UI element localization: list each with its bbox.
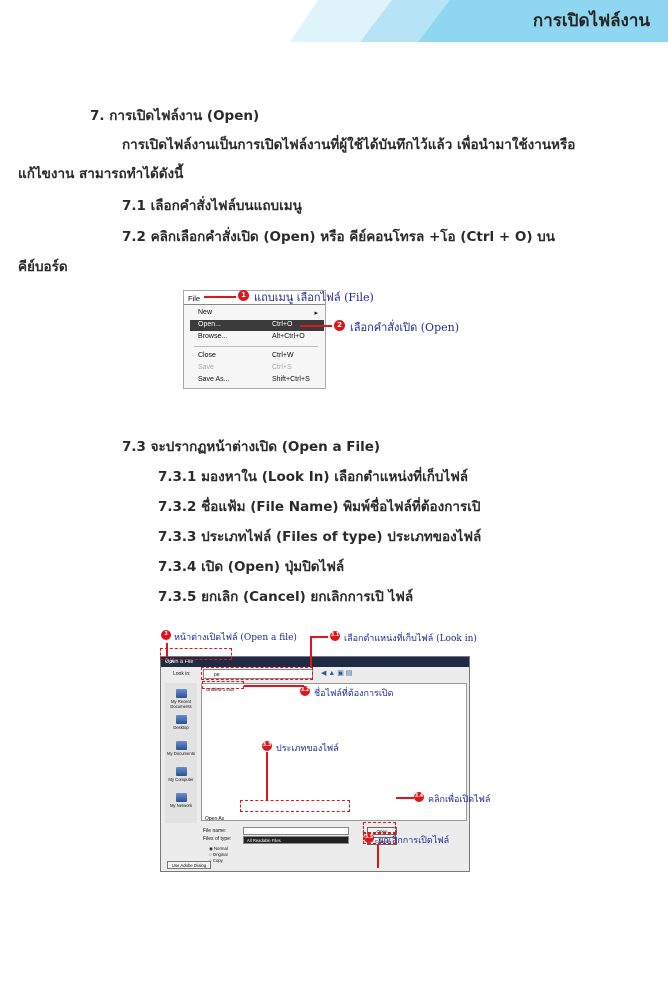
submenu-arrow-icon: ▸ [314, 310, 318, 317]
annotation-arrow-filetype [266, 752, 268, 800]
step-7-1: 7.1 เลือกคำสั่งไฟล์บนแถบเมนู [122, 198, 302, 214]
place-network[interactable]: My Network [165, 793, 197, 808]
intro-line-2: แก้ไขงาน สามารถทำได้ดังนี้ [18, 166, 184, 182]
computer-icon [175, 767, 187, 776]
open-as-original[interactable]: ○ Original [209, 852, 228, 857]
step-7-3-3: 7.3.3 ประเภทไฟล์ (Files of type) ประเภทข… [158, 529, 482, 545]
badge-lookin: 3.1 [330, 631, 340, 641]
annotation-file-menu: แถบเมนู เลือกไฟล์ (File) [254, 291, 374, 304]
network-icon [175, 793, 187, 802]
annotation-window: หน้าต่างเปิดไฟล์ (Open a file) [174, 633, 297, 643]
badge-2: 2 [334, 320, 345, 331]
header-title: การเปิดไฟล์งาน [532, 11, 650, 31]
menu-item-save: Save Ctrl+S [198, 364, 292, 371]
badge-open: 3.4 [414, 792, 424, 802]
highlight-open [363, 822, 396, 833]
menubar-file[interactable]: File [188, 294, 200, 303]
annotation-arrow-lookin-h [310, 636, 328, 638]
step-7-3: 7.3 จะปรากฏหน้าต่างเปิด (Open a File) [122, 439, 381, 455]
annotation-open-command: เลือกคำสั่งเปิด (Open) [350, 321, 460, 334]
places-bar: My Recent Documents Desktop My Documents… [165, 683, 197, 823]
file-name-input[interactable] [243, 827, 349, 835]
files-of-type-label: Files of type: [203, 836, 232, 842]
menu-item-new[interactable]: New ▸ [190, 308, 324, 319]
open-as-copy[interactable]: ○ Copy [209, 858, 223, 863]
step-7-3-5: 7.3.5 ยกเลิก (Cancel) ยกเลิกการเปิ ไฟล์ [158, 589, 414, 605]
place-desktop[interactable]: Desktop [165, 715, 197, 730]
step-7-2-line-1: 7.2 คลิกเลือกคำสั่งเปิด (Open) หรือ คีย์… [122, 229, 555, 245]
annotation-arrow-2 [300, 325, 332, 327]
badge-cancel: 3.5 [364, 833, 374, 843]
intro-line-1: การเปิดไฟล์งานเป็นการเปิดไฟล์งานที่ผู้ใช… [122, 137, 576, 153]
annotation-arrow-1 [204, 296, 236, 298]
badge-window: 3 [161, 630, 171, 640]
look-in-label: Look in: [173, 671, 191, 677]
annotation-arrow-cancel [377, 844, 379, 868]
file-name-label: File name: [203, 828, 227, 834]
annotation-cancel: ยกเลิกการเปิดไฟล์ [378, 836, 450, 846]
place-recent[interactable]: My Recent Documents [165, 689, 197, 709]
place-computer[interactable]: My Computer [165, 767, 197, 782]
highlight-window-title [160, 648, 232, 660]
menu-item-browse[interactable]: Browse... Alt+Ctrl+O [190, 332, 324, 343]
use-adobe-dialog-button[interactable]: Use Adobe Dialog [167, 861, 211, 869]
badge-filetype: 3.3 [262, 741, 272, 751]
files-of-type-select[interactable]: All Readable Files [243, 836, 349, 844]
desktop-icon [175, 715, 187, 724]
badge-1: 1 [238, 290, 249, 301]
menu-item-save-as[interactable]: Save As... Shift+Ctrl+S [190, 375, 324, 386]
highlight-file-item [202, 681, 244, 689]
annotation-arrow-window [166, 643, 168, 657]
annotation-filetype: ประเภทของไฟล์ [276, 744, 339, 754]
step-7-2-line-2: คีย์บอร์ด [18, 259, 68, 275]
step-7-3-1: 7.3.1 มองหาใน (Look In) เลือกตำแหน่งที่เ… [158, 469, 469, 485]
menu-item-close[interactable]: Close Ctrl+W [190, 351, 324, 362]
section-heading: 7. การเปิดไฟล์งาน (Open) [90, 108, 260, 124]
menu-divider [194, 346, 318, 347]
highlight-file-type [240, 800, 350, 812]
recent-documents-icon [175, 689, 187, 698]
annotation-arrow-lookin [310, 636, 312, 668]
annotation-filename: ชื่อไฟล์ที่ต้องการเปิด [314, 689, 394, 699]
annotation-arrow-open [396, 797, 414, 799]
page-header: การเปิดไฟล์งาน [0, 0, 668, 42]
annotation-arrow-filename [244, 685, 304, 687]
place-documents[interactable]: My Documents [165, 741, 197, 756]
badge-filename: 3.2 [300, 686, 310, 696]
folder-toolbar-icons[interactable]: ◀ ▲ ▣ ▤ [321, 669, 352, 677]
open-as-label: Open As [205, 816, 225, 822]
step-7-3-2: 7.3.2 ชื่อแฟ้ม (File Name) พิมพ์ชื่อไฟล์… [158, 499, 481, 515]
step-7-3-4: 7.3.4 เปิด (Open) ปุ่มปิดไฟล์ [158, 559, 345, 575]
annotation-open: คลิกเพื่อเปิดไฟล์ [428, 795, 491, 805]
annotation-lookin: เลือกตำแหน่งที่เก็บไฟล์ (Look in) [344, 634, 477, 644]
documents-icon [175, 741, 187, 750]
highlight-look-in [201, 667, 313, 680]
